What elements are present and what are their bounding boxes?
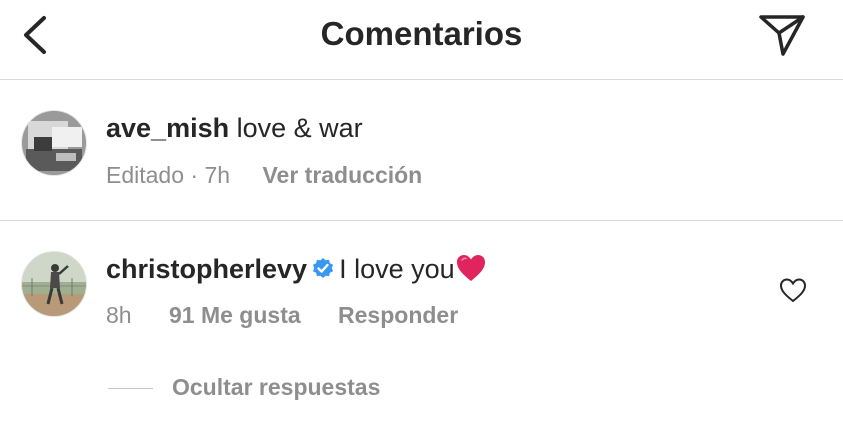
comment-meta: 8h 91 Me gusta Responder (106, 302, 458, 329)
avatar-image (22, 111, 86, 175)
comment-body: christopherlevy I love you (106, 253, 487, 285)
meta-separator: · (190, 162, 199, 188)
comment-username[interactable]: ave_mish (106, 113, 229, 143)
edited-label: Editado (106, 162, 185, 188)
comment-text: love & war (236, 113, 363, 143)
header-bar: Comentarios (0, 0, 843, 80)
comment-time: 8h (106, 302, 132, 328)
likes-count-button[interactable]: 91 Me gusta (169, 302, 301, 328)
reply-button[interactable]: Responder (338, 302, 458, 328)
paper-plane-icon[interactable] (757, 12, 807, 58)
comment-time: 7h (204, 162, 231, 188)
comment-text: I love you (339, 254, 455, 284)
divider (0, 220, 843, 221)
red-heart-emoji-icon (456, 255, 485, 281)
comment-meta: Editado · 7h Ver traducción (106, 162, 422, 189)
heart-outline-icon[interactable] (779, 277, 807, 303)
translate-button[interactable]: Ver traducción (262, 162, 422, 188)
verified-badge-icon (313, 258, 334, 278)
avatar[interactable] (21, 110, 87, 176)
comment-body: ave_mish love & war (106, 113, 363, 144)
avatar[interactable] (21, 251, 87, 317)
avatar-image (22, 252, 86, 316)
comment-username[interactable]: christopherlevy (106, 254, 307, 284)
replies-divider-line (108, 388, 153, 389)
hide-replies-button[interactable]: Ocultar respuestas (172, 374, 380, 401)
page-title: Comentarios (320, 15, 523, 52)
